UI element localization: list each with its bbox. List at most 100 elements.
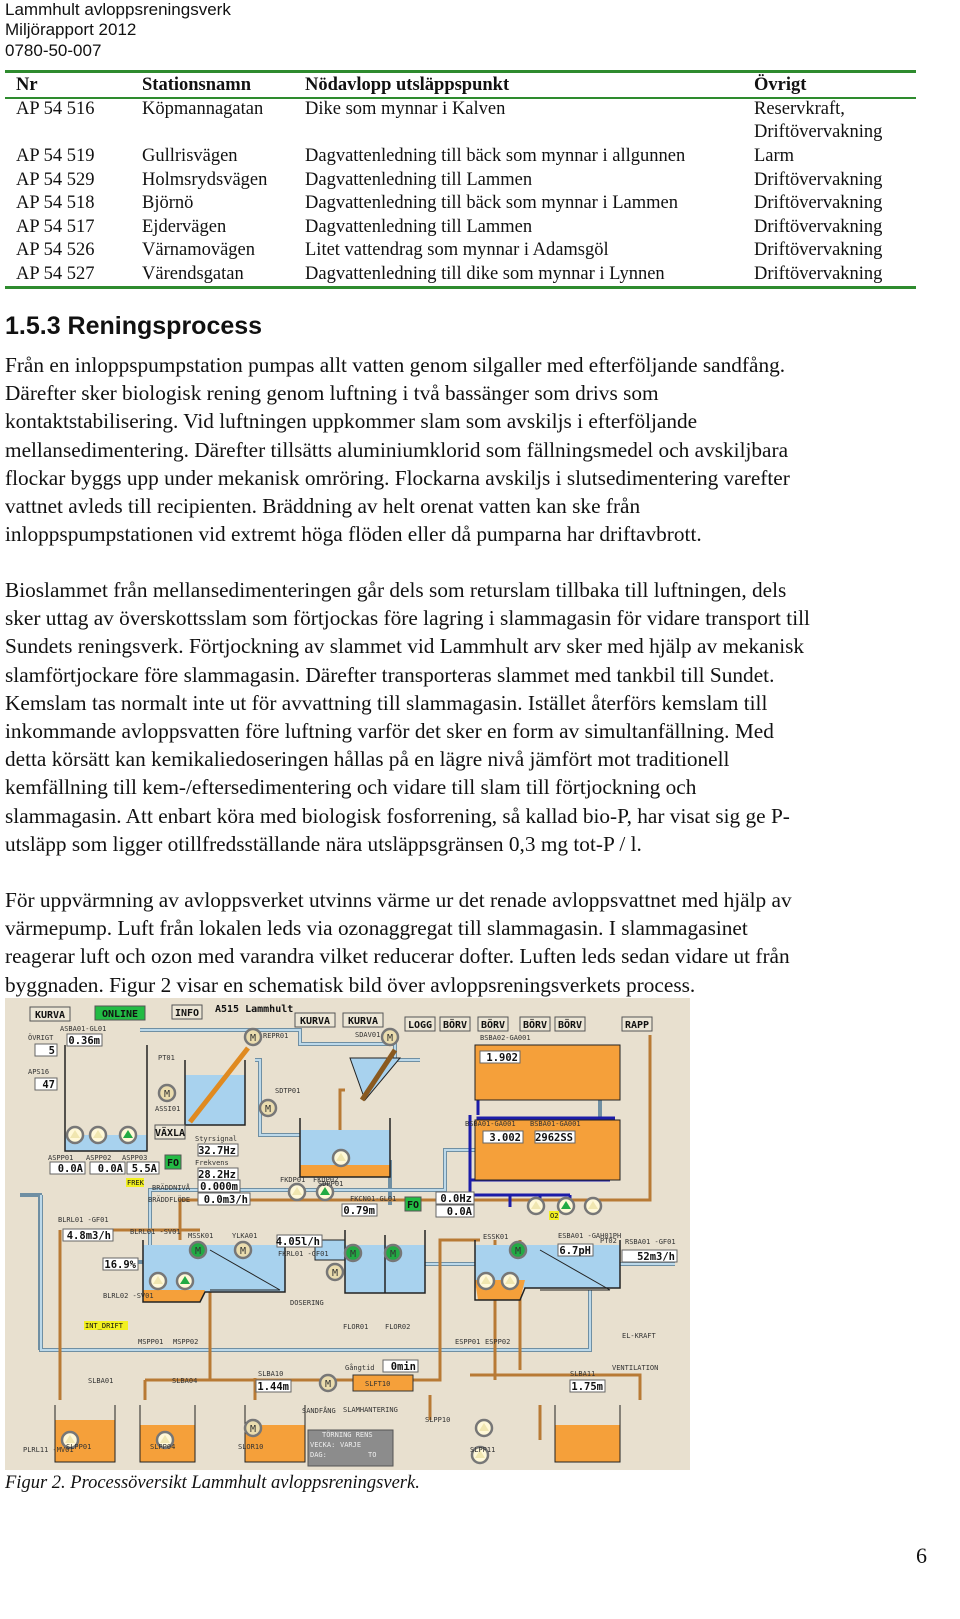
label-pt01: PT01 (158, 1054, 175, 1062)
table-cell: AP 54 518 (16, 193, 95, 213)
label-aspp01: ASPP01 (48, 1154, 73, 1162)
table-cell: AP 54 529 (16, 170, 95, 190)
value-styr: 32.7Hz (197, 1143, 239, 1157)
motor-icon[interactable]: M (243, 1418, 263, 1438)
label-blrl02sv: BLRL02 -SV01 (103, 1292, 154, 1300)
value-asba01: 0.36m (66, 1033, 103, 1047)
value-braddflode: 0.0m3/h (197, 1192, 251, 1206)
value-text: 2962SS (535, 1132, 573, 1144)
motor-icon[interactable]: M (508, 1240, 528, 1260)
pump-icon[interactable] (500, 1271, 520, 1291)
label-flor01: FLOR01 (343, 1323, 368, 1331)
value-hz: 0.0Hz (435, 1191, 475, 1205)
pump-icon[interactable] (331, 1148, 351, 1168)
button-kurva3[interactable]: KURVA (342, 1012, 384, 1028)
svg-text:M: M (515, 1246, 521, 1257)
value-text: 0.0A (98, 1163, 124, 1175)
motor-icon[interactable]: M (233, 1240, 253, 1260)
figure-caption: Figur 2. Processöversikt Lammhult avlopp… (5, 1473, 420, 1494)
table-cell: Larm (754, 146, 795, 166)
paragraph-line: kontaktstabilisering. Vid luftningen upp… (5, 409, 698, 434)
value-ph: 6.7pH (557, 1243, 594, 1257)
pump-icon[interactable] (175, 1271, 195, 1291)
value-text: 6.7pH (559, 1245, 591, 1257)
button-label: BÖRV (523, 1017, 547, 1031)
paragraph-line: inloppspumpstationen vid extremt höga fl… (5, 522, 702, 547)
paragraph-line: Därefter sker biologisk rening genom luf… (5, 381, 659, 406)
doc-header-id: 0780-50-007 (5, 41, 102, 60)
label-plrl11: PLRL11 -MV01 (23, 1446, 74, 1454)
value-bsba01: 3.002 (482, 1130, 524, 1144)
motor-icon[interactable]: M (258, 1098, 278, 1118)
paragraph-line: slamförtjockare före slammagasin. Däreft… (5, 662, 775, 687)
button-fo2[interactable]: FO (404, 1196, 422, 1212)
button-vaxla[interactable]: VÄXLA (154, 1124, 186, 1140)
button-logg[interactable]: LOGG (404, 1016, 436, 1032)
value-fkcn01: 0.79m (341, 1203, 378, 1217)
label-ventilation: VENTILATION (612, 1364, 658, 1372)
label-braddflode: BRÄDDFLÖDE (148, 1195, 190, 1204)
button-label: KURVA (300, 1016, 330, 1027)
doc-header-title: Lammhult avloppsreningsverk (5, 0, 231, 19)
value-text: 5.5A (132, 1163, 158, 1175)
svg-text:M: M (325, 1379, 331, 1390)
motor-icon[interactable]: M (383, 1243, 403, 1263)
button-fo1[interactable]: FO (164, 1154, 182, 1170)
motor-icon[interactable]: M (318, 1373, 338, 1393)
button-borv3[interactable]: BÖRV (519, 1016, 551, 1032)
label-slpp11: SLPP11 (470, 1446, 495, 1454)
paragraph-line: byggnaden. Figur 2 visar en schematisk b… (5, 972, 696, 997)
label-gangtid: Gångtid (345, 1363, 375, 1372)
paragraph-1: Från en inloppspumpstation pumpas allt v… (5, 351, 945, 548)
label-fkdp01: FKDP01 (280, 1176, 305, 1184)
pump-icon[interactable] (287, 1182, 307, 1202)
value-aspp01: 0.0A (49, 1161, 86, 1175)
label-sandfang: SANDFÅNG (302, 1406, 336, 1415)
table-cell: Driftövervakning (754, 240, 883, 260)
button-rapp[interactable]: RAPP (621, 1016, 653, 1032)
button-kurva2[interactable]: KURVA (294, 1012, 336, 1028)
table-cell: Gullrisvägen (142, 146, 238, 166)
pump-icon[interactable] (474, 1418, 494, 1438)
motor-icon[interactable]: M (380, 1027, 400, 1047)
label-flor02: FLOR02 (385, 1323, 410, 1331)
label-ylka01: YLKA01 (232, 1232, 257, 1240)
button-label: INFO (175, 1008, 199, 1019)
label-slba01: SLBA01 (88, 1377, 113, 1385)
pump-icon[interactable] (148, 1271, 168, 1291)
label-torning: TÖRNING RENS (322, 1430, 373, 1439)
table-cell: Värnamovägen (142, 240, 256, 260)
motor-icon[interactable]: M (243, 1027, 263, 1047)
pump-icon[interactable] (65, 1125, 85, 1145)
motor-icon[interactable]: M (157, 1083, 177, 1103)
pump-icon[interactable] (526, 1196, 546, 1216)
value-text: 0.0A (447, 1206, 473, 1218)
pump-icon[interactable] (118, 1125, 138, 1145)
motor-icon[interactable]: M (188, 1240, 208, 1260)
pump-icon[interactable] (476, 1271, 496, 1291)
svg-text:M: M (250, 1033, 256, 1044)
svg-text:M: M (390, 1249, 396, 1260)
motor-icon[interactable]: M (343, 1243, 363, 1263)
button-borv2[interactable]: BÖRV (477, 1016, 509, 1032)
value-text: 0.0Hz (440, 1193, 472, 1205)
pump-icon[interactable] (556, 1196, 576, 1216)
button-borv1[interactable]: BÖRV (439, 1016, 471, 1032)
label-aps16: APS16 (28, 1068, 49, 1076)
value-braddniva: 0.000m (197, 1179, 241, 1193)
pump-icon[interactable] (583, 1196, 603, 1216)
button-info[interactable]: INFO (171, 1004, 203, 1020)
button-kurva1[interactable]: KURVA (29, 1006, 71, 1022)
motor-icon[interactable]: M (325, 1262, 345, 1282)
label-bsba02: BSBA02-GA001 (480, 1034, 531, 1042)
table-cell: Dagvattenledning till Lammen (305, 170, 533, 190)
table-cell: Dike som mynnar i Kalven (305, 99, 506, 119)
pump-icon[interactable] (88, 1125, 108, 1145)
button-online[interactable]: ONLINE (94, 1005, 146, 1021)
col-header-nr: Nr (16, 75, 38, 95)
svg-text:M: M (332, 1268, 338, 1279)
table-cell: Dagvattenledning till bäck som mynnar i … (305, 146, 686, 166)
button-label: FO (407, 1200, 419, 1211)
col-header-outlet: Nödavlopp utsläppspunkt (305, 75, 510, 95)
button-borv4[interactable]: BÖRV (554, 1016, 586, 1032)
